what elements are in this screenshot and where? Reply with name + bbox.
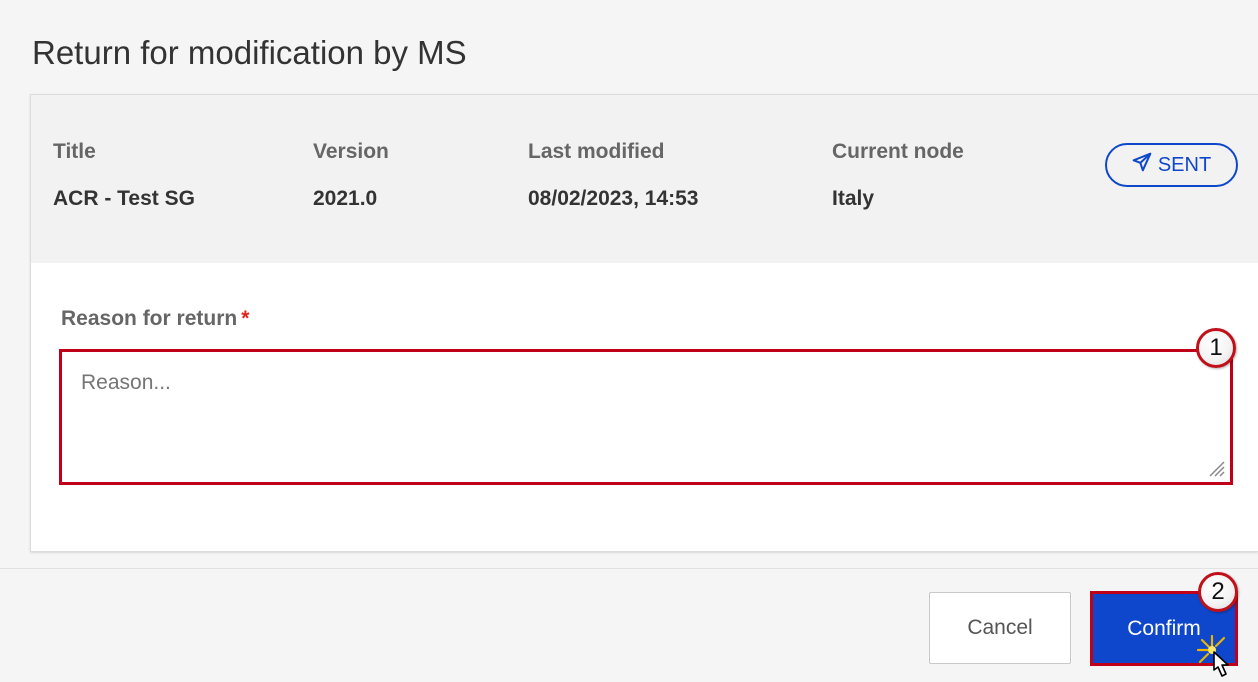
last-modified-column: Last modified 08/02/2023, 14:53 bbox=[528, 140, 698, 211]
footer-divider bbox=[0, 568, 1258, 569]
reason-label: Reason for return * bbox=[61, 307, 249, 331]
title-column: Title ACR - Test SG bbox=[53, 140, 195, 211]
modal-card: Title ACR - Test SG Version 2021.0 Last … bbox=[30, 94, 1258, 552]
version-column: Version 2021.0 bbox=[313, 140, 389, 211]
status-badge: SENT bbox=[1105, 143, 1238, 187]
last-modified-label: Last modified bbox=[528, 140, 665, 163]
title-label: Title bbox=[53, 140, 96, 163]
paper-plane-icon bbox=[1132, 152, 1152, 178]
callout-marker-1: 1 bbox=[1196, 328, 1236, 368]
cancel-button[interactable]: Cancel bbox=[929, 592, 1071, 664]
modal-page: Return for modification by MS Title ACR … bbox=[0, 0, 1258, 682]
document-info-panel: Title ACR - Test SG Version 2021.0 Last … bbox=[31, 95, 1258, 263]
page-title: Return for modification by MS bbox=[32, 34, 467, 71]
resize-handle-icon[interactable] bbox=[1204, 456, 1226, 478]
version-label: Version bbox=[313, 140, 389, 163]
reason-field-wrapper bbox=[59, 349, 1233, 485]
current-node-column: Current node Italy bbox=[832, 140, 964, 211]
hand-cursor-icon bbox=[1196, 634, 1229, 677]
callout-marker-2: 2 bbox=[1198, 572, 1238, 612]
reason-input[interactable] bbox=[62, 352, 1230, 482]
reason-label-text: Reason for return bbox=[61, 307, 238, 330]
last-modified-value: 08/02/2023, 14:53 bbox=[528, 187, 699, 210]
current-node-label: Current node bbox=[832, 140, 964, 163]
title-value: ACR - Test SG bbox=[53, 187, 195, 210]
required-marker: * bbox=[241, 307, 250, 330]
status-label: SENT bbox=[1157, 153, 1212, 176]
version-value: 2021.0 bbox=[313, 187, 378, 210]
current-node-value: Italy bbox=[832, 187, 875, 210]
